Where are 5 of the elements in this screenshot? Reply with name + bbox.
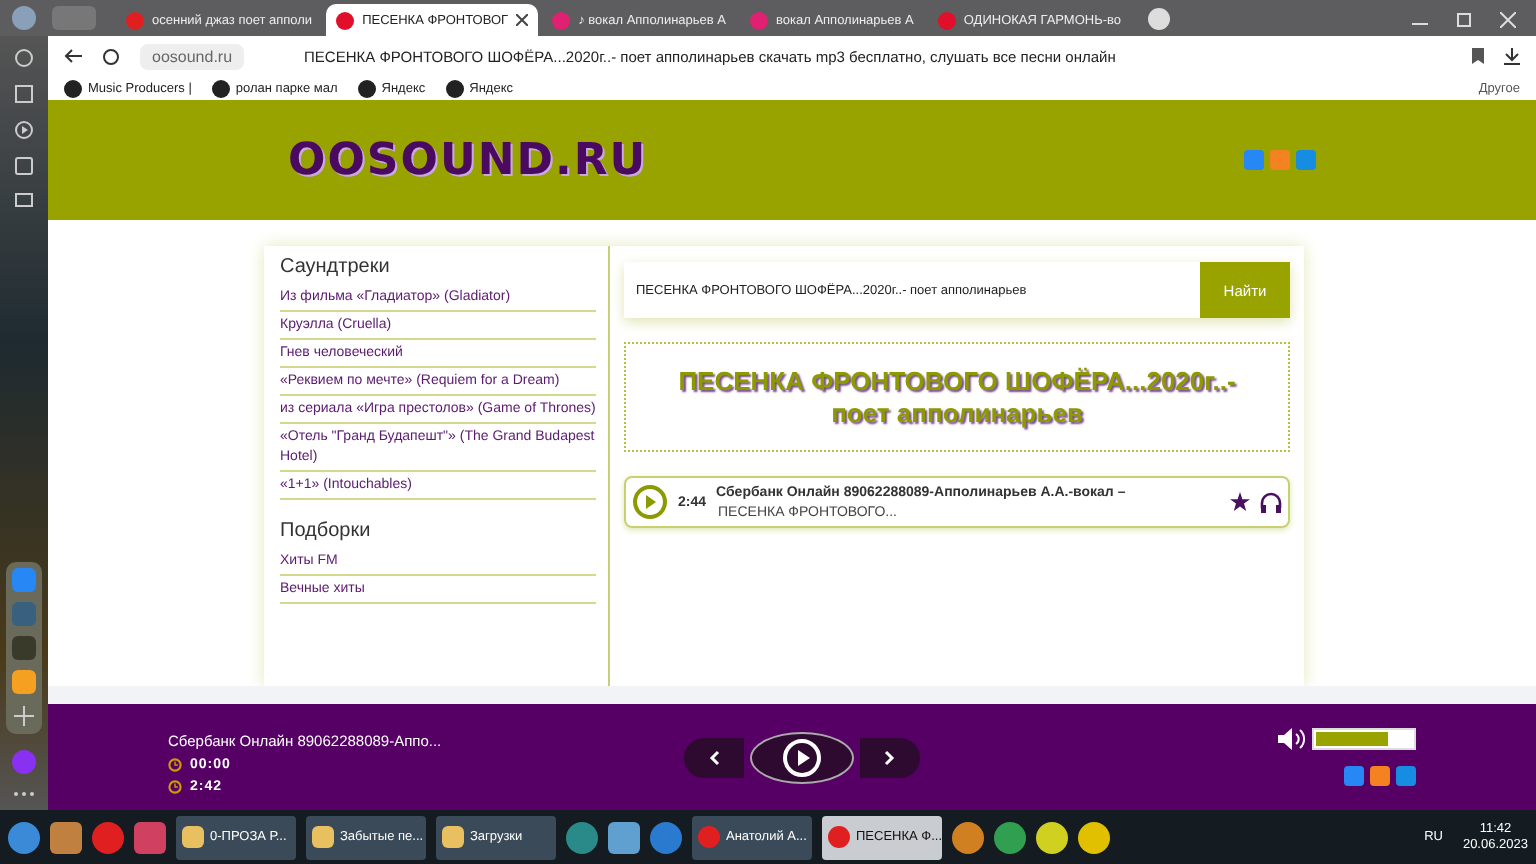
section-heading: Подборки <box>280 519 373 542</box>
song-title: ПЕСЕНКА ФРОНТОВОГО ШОФЁРА...2020г..- поет апполинарьев <box>676 365 1238 429</box>
section-heading: Саундтреки <box>280 256 392 278</box>
address-field[interactable]: oosound.ru <box>140 43 245 69</box>
site-logo[interactable]: OOSOUND.RU <box>288 135 648 185</box>
